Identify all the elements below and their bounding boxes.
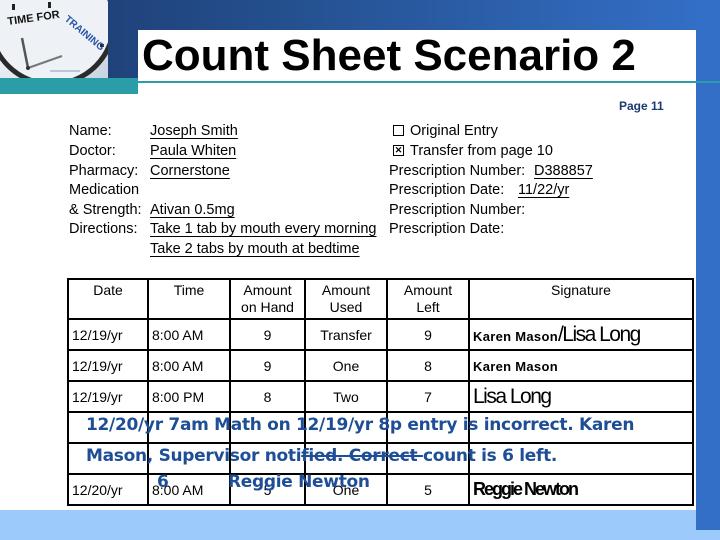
original-entry-option[interactable]: Original Entry	[393, 123, 498, 139]
doctor-label: Doctor:	[69, 143, 116, 159]
cell-time: 8:00 PM	[147, 380, 231, 413]
doctor-value: Paula Whiten	[150, 143, 237, 159]
cell-on-hand: 9	[229, 349, 306, 382]
cell-used: Two	[304, 380, 388, 413]
medication-label: Medication	[69, 182, 140, 198]
cell-signature: Lisa Long	[468, 380, 694, 413]
table-header-row: Date Time Amount on Hand Amount Used Amoun…	[67, 278, 694, 320]
header-left: Amount Left	[386, 278, 470, 320]
signature-karen-mason: Karen Mason	[473, 358, 558, 374]
table-row: 12/19/yr 8:00 PM 8 Two 7 Lisa Long	[67, 380, 694, 413]
slide-title: Count Sheet Scenario 2	[142, 31, 636, 80]
header-used-line1: Amount	[321, 282, 371, 298]
cell-date: 12/19/yr	[67, 380, 149, 413]
cell-signature: Reggie Newton	[468, 473, 694, 506]
header-date: Date	[67, 278, 149, 320]
annotation-signature: Reggie Newton	[228, 472, 370, 492]
signature-reggie-newton: Reggie Newton	[473, 479, 579, 499]
header-time-text: Time	[173, 282, 205, 298]
annotation-correction-value: 6	[157, 472, 169, 492]
right-decor-bar	[696, 0, 720, 530]
cell-time: 8:00 AM	[147, 349, 231, 382]
cell-date: 12/19/yr	[67, 349, 149, 382]
cell-signature: Karen Mason	[468, 349, 694, 382]
strength-label: & Strength:	[69, 202, 142, 218]
signature-lisa-long: /Lisa Long	[557, 322, 641, 346]
cell-time: 8:00 AM	[147, 318, 231, 351]
header-signature: Signature	[468, 278, 694, 320]
annotation-line-1: 12/20/yr 7am Math on 12/19/yr 8p entry i…	[86, 415, 635, 435]
cell-left: 5	[386, 473, 470, 506]
header-date-text: Date	[93, 282, 123, 298]
bottom-right-decor	[696, 510, 720, 530]
table-row: 12/19/yr 8:00 AM 9 One 8 Karen Mason	[67, 349, 694, 382]
cell-used: One	[304, 349, 388, 382]
cell-left: 9	[386, 318, 470, 351]
cell-left: 8	[386, 349, 470, 382]
header-left-line1: Amount	[403, 282, 453, 298]
transfer-option[interactable]: ✕ Transfer from page 10	[393, 143, 553, 159]
medication-value: Ativan 0.5mg	[150, 202, 235, 218]
rx-number-value-1: D388857	[534, 163, 593, 179]
table-row: 12/19/yr 8:00 AM 9 Transfer 9 Karen Maso…	[67, 318, 694, 351]
cell-left: 7	[386, 380, 470, 413]
header-on-hand-line2: on Hand	[241, 299, 294, 315]
directions-label: Directions:	[69, 221, 138, 237]
rx-date-value-1: 11/22/yr	[518, 182, 570, 198]
name-value: Joseph Smith	[150, 123, 238, 139]
cell-signature: Karen Mason/Lisa Long	[468, 318, 694, 351]
header-time: Time	[147, 278, 231, 320]
pharmacy-label: Pharmacy:	[69, 163, 139, 179]
transfer-label: Transfer from page 10	[410, 143, 553, 159]
page-number: Page 11	[619, 99, 664, 113]
teal-accent-bar	[0, 78, 138, 94]
teal-divider-line	[138, 81, 720, 83]
original-entry-checkbox[interactable]	[393, 124, 404, 136]
time-for-training-logo: TIME FOR TRAINING	[0, 0, 108, 78]
directions-value-2: Take 2 tabs by mouth at bedtime	[150, 241, 360, 257]
name-label: Name:	[69, 123, 112, 139]
rx-date-label-1: Prescription Date:	[389, 182, 505, 198]
original-entry-label: Original Entry	[410, 123, 498, 139]
signature-karen-mason: Karen Mason	[473, 328, 558, 344]
annotation-line-2-end: count is 6 left.	[422, 446, 558, 466]
transfer-checkbox[interactable]: ✕	[393, 144, 404, 156]
header-on-hand: Amount on Hand	[229, 278, 306, 320]
signature-lisa-long: Lisa Long	[473, 384, 552, 408]
header-signature-text: Signature	[551, 282, 611, 298]
rx-date-label-2: Prescription Date:	[389, 221, 505, 237]
directions-value-1: Take 1 tab by mouth every morning	[150, 221, 377, 237]
clock-icon: TIME FOR TRAINING	[0, 0, 108, 78]
header-used: Amount Used	[304, 278, 388, 320]
header-on-hand-line1: Amount	[243, 282, 292, 298]
cell-on-hand: 9	[229, 318, 306, 351]
cell-used: Transfer	[304, 318, 388, 351]
annotation-line-2: Mason, Supervisor notified. Correct coun…	[86, 446, 557, 466]
cell-date: 12/20/yr	[67, 473, 149, 506]
pharmacy-value: Cornerstone	[150, 163, 230, 179]
annotation-line-2-start: Mason, Supervisor noti	[86, 446, 302, 466]
header-left-line2: Left	[416, 299, 440, 315]
header-used-line2: Used	[329, 299, 363, 315]
cell-date: 12/19/yr	[67, 318, 149, 351]
cell-on-hand: 8	[229, 380, 306, 413]
bottom-decor-band	[0, 510, 720, 540]
rx-number-label-2: Prescription Number:	[389, 202, 526, 218]
rx-number-label-1: Prescription Number:	[389, 163, 526, 179]
annotation-strikethrough: fied. Correct	[301, 446, 423, 466]
